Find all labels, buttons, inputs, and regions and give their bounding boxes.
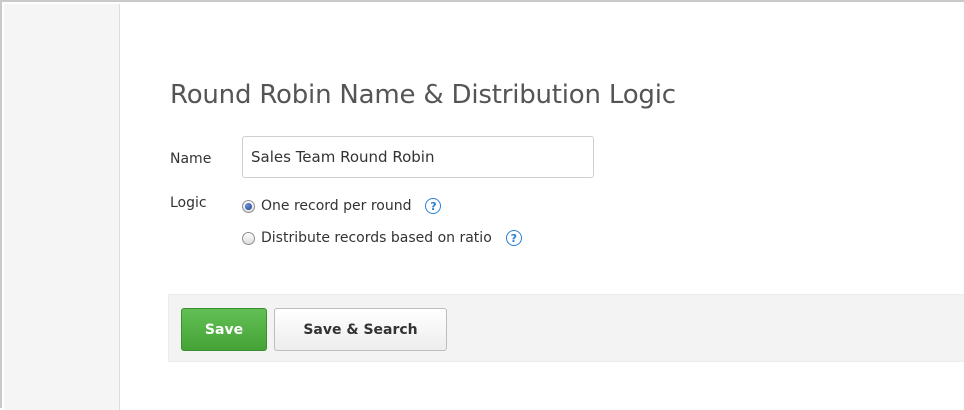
name-input[interactable] xyxy=(242,136,594,178)
section-title: Round Robin Name & Distribution Logic xyxy=(170,80,676,110)
main-content: Round Robin Name & Distribution Logic Na… xyxy=(120,4,964,408)
logic-option-one-record-per-round[interactable]: One record per round ? xyxy=(242,198,442,214)
save-and-search-button[interactable]: Save & Search xyxy=(274,308,447,351)
radio-one-record-per-round[interactable] xyxy=(242,199,255,213)
radio-label-one-record-per-round[interactable]: One record per round xyxy=(261,198,411,214)
button-bar: Save Save & Search xyxy=(168,294,964,362)
save-button[interactable]: Save xyxy=(181,308,267,351)
radio-label-distribute-by-ratio[interactable]: Distribute records based on ratio xyxy=(261,230,492,246)
left-sidebar xyxy=(4,4,120,410)
app-frame: Round Robin Name & Distribution Logic Na… xyxy=(0,0,964,410)
question-circle-icon[interactable]: ? xyxy=(425,198,442,214)
name-label: Name xyxy=(170,151,212,167)
logic-label: Logic xyxy=(170,195,207,211)
logic-option-distribute-by-ratio[interactable]: Distribute records based on ratio ? xyxy=(242,230,522,246)
question-circle-icon[interactable]: ? xyxy=(505,230,522,246)
radio-distribute-by-ratio[interactable] xyxy=(242,231,255,245)
